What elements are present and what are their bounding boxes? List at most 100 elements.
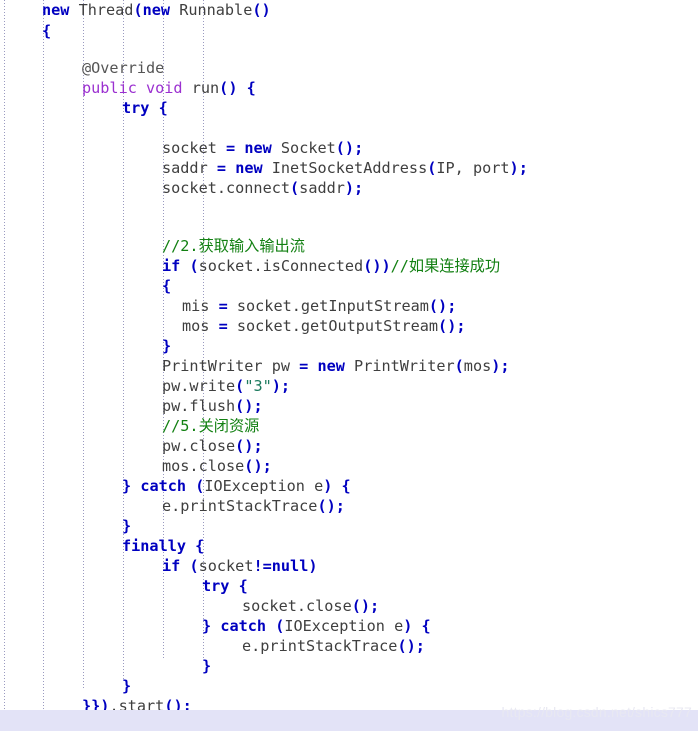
code-token-pun: () [428, 297, 448, 315]
code-token-pun: { [238, 577, 248, 595]
code-token-pun: ; [335, 497, 345, 515]
code-line[interactable]: pw.write("3"); [0, 376, 290, 396]
code-token-kw: if [162, 257, 181, 275]
code-line[interactable]: if (socket.isConnected())//如果连接成功 [0, 256, 500, 276]
code-token-pun: ) [271, 377, 281, 395]
code-line[interactable]: e.printStackTrace(); [0, 636, 425, 656]
code-token-pun: () [335, 139, 355, 157]
code-token-pl: IOException e [284, 617, 404, 635]
code-line[interactable]: socket.connect(saddr); [0, 178, 363, 198]
code-token-pl: socket.close [242, 597, 352, 615]
code-line[interactable]: { [0, 276, 171, 296]
code-line[interactable]: } [0, 676, 131, 696]
code-line[interactable]: } catch (IOException e) { [0, 476, 351, 496]
code-line[interactable]: saddr = new InetSocketAddress(IP, port); [0, 158, 528, 178]
code-token-pl: pw.write [162, 377, 236, 395]
code-line[interactable]: } [0, 656, 211, 676]
code-token-pun: = [218, 297, 228, 315]
code-token-pun: ) [323, 477, 333, 495]
code-token-pun: } [122, 517, 132, 535]
code-line[interactable]: @Override [0, 58, 164, 78]
code-line[interactable]: public void run() { [0, 78, 256, 98]
code-token-pun: ( [290, 179, 300, 197]
code-line[interactable] [0, 198, 171, 218]
code-token-kw: new [317, 357, 345, 375]
code-token-pl: Thread [69, 1, 134, 19]
code-token-pun: { [162, 277, 172, 295]
code-token-pun: ; [354, 139, 364, 157]
code-token-kw: finally [122, 537, 187, 555]
code-line[interactable]: mos.close(); [0, 456, 272, 476]
code-line[interactable]: try { [0, 576, 248, 596]
code-line[interactable]: new Thread(new Runnable() [0, 0, 271, 20]
code-token-pun: () [235, 397, 254, 415]
code-line[interactable] [0, 218, 171, 238]
code-line[interactable]: } [0, 336, 171, 356]
code-token-pun: { [42, 22, 52, 40]
code-screenshot: new Thread(new Runnable(){ @Override publ… [0, 0, 698, 731]
code-line[interactable]: mos = socket.getOutputStream(); [0, 316, 466, 336]
code-token-pun: ( [427, 159, 437, 177]
code-token-pun: ) [403, 617, 413, 635]
code-token-pun: ; [370, 597, 380, 615]
code-token-pl: e.printStackTrace [242, 637, 398, 655]
code-line[interactable] [0, 118, 131, 138]
code-line[interactable]: socket.close(); [0, 596, 379, 616]
code-line[interactable]: { [0, 21, 51, 41]
code-token-pl: run [182, 79, 220, 97]
code-token-pl: Runnable [170, 1, 253, 19]
code-line[interactable]: //5.关闭资源 [0, 416, 259, 436]
code-token-pun: ; [447, 297, 457, 315]
code-token-kw: catch [140, 477, 187, 495]
code-token-cmt: //5.关闭资源 [162, 417, 260, 435]
code-token-pl: PrintWriter pw [162, 357, 300, 375]
code-line[interactable]: finally { [0, 536, 204, 556]
code-token-kw: catch [220, 617, 267, 635]
code-token-pun: () [351, 597, 371, 615]
code-token-pun: ()) [363, 257, 391, 275]
code-token-pl: socket.connect [162, 179, 291, 197]
code-token-pun: () [317, 497, 336, 515]
code-token-pun: { [246, 79, 256, 97]
code-token-pun: ; [262, 457, 272, 475]
code-token-pun: ; [354, 179, 364, 197]
code-token-pl: pw.flush [162, 397, 236, 415]
code-token-pl: saddr [162, 159, 217, 177]
code-token-pun: ; [253, 397, 263, 415]
code-line[interactable]: } catch (IOException e) { [0, 616, 431, 636]
code-line[interactable]: mis = socket.getInputStream(); [0, 296, 456, 316]
code-token-str: "3" [244, 377, 272, 395]
code-line[interactable]: if (socket!=null) [0, 556, 318, 576]
code-token-kw: new [244, 139, 272, 157]
code-token-pun: { [341, 477, 351, 495]
code-token-pl: mos [182, 317, 219, 335]
code-token-kw: new [142, 1, 171, 19]
code-token-pun: ; [415, 637, 425, 655]
code-token-pl: socket.getOutputStream [227, 317, 439, 335]
code-token-kw: !=null [253, 557, 309, 575]
code-token-pun: = [299, 357, 309, 375]
code-token-pun: () [244, 457, 263, 475]
code-line[interactable]: socket = new Socket(); [0, 138, 363, 158]
code-line[interactable]: pw.flush(); [0, 396, 263, 416]
code-line[interactable]: PrintWriter pw = new PrintWriter(mos); [0, 356, 510, 376]
code-token-pl: saddr [299, 179, 345, 197]
code-line[interactable]: pw.close(); [0, 436, 263, 456]
code-line[interactable]: try { [0, 98, 168, 118]
code-token-pun: ) [344, 179, 355, 197]
code-token-pl: mis [182, 297, 219, 315]
code-line[interactable]: e.printStackTrace(); [0, 496, 345, 516]
code-token-pun: ( [133, 1, 143, 19]
code-line[interactable]: } [0, 516, 131, 536]
code-token-pun: { [195, 537, 205, 555]
code-token-kw: new [42, 1, 70, 19]
code-line[interactable]: //2.获取输入输出流 [0, 236, 305, 256]
